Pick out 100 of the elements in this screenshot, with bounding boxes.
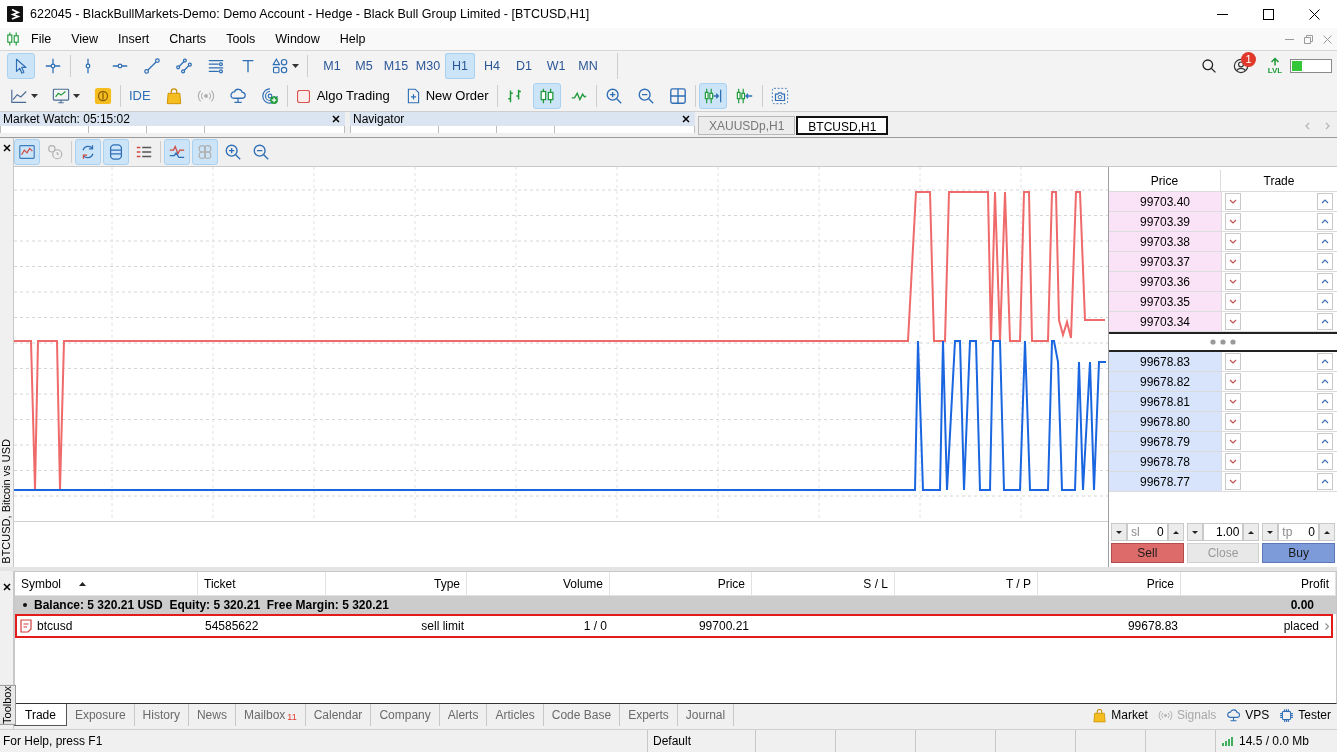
toolbox-tab[interactable]: Articles <box>487 704 544 726</box>
timeframe-button[interactable]: H1 <box>445 53 475 79</box>
sell-button[interactable]: Sell <box>1111 543 1184 563</box>
toolbox-tab[interactable]: Calendar <box>305 704 372 726</box>
buy-limit-button[interactable] <box>1317 393 1333 410</box>
sell-limit-button[interactable] <box>1225 213 1241 230</box>
buy-limit-button[interactable] <box>1317 413 1333 430</box>
price-cell: 99678.77 <box>1109 472 1221 491</box>
toolbox-tab[interactable]: Trade <box>14 704 67 726</box>
toolbox-label: Toolbox <box>0 685 16 725</box>
algo-trading-button[interactable]: Algo Trading <box>290 83 396 109</box>
toolbox-tab[interactable]: Company <box>371 704 440 726</box>
toolbox-close-button[interactable] <box>0 581 13 593</box>
column-header[interactable]: Profit <box>1301 574 1329 593</box>
sell-limit-button[interactable] <box>1225 353 1241 370</box>
menu-item[interactable]: View <box>61 29 109 49</box>
account-button[interactable]: 1 <box>1226 54 1256 78</box>
buy-limit-button[interactable] <box>1317 233 1333 250</box>
timeframe-button[interactable]: MN <box>573 53 603 79</box>
buy-limit-button[interactable] <box>1317 433 1333 450</box>
panel-close-button[interactable] <box>330 113 342 125</box>
timeframe-button[interactable]: M1 <box>317 53 347 79</box>
increase-button[interactable] <box>1319 523 1335 541</box>
buy-button[interactable]: Buy <box>1262 543 1335 563</box>
sell-limit-button[interactable] <box>1225 453 1241 470</box>
timeframe-button[interactable]: M5 <box>349 53 379 79</box>
ticks-button[interactable] <box>164 139 190 165</box>
timeframe-button[interactable]: H4 <box>477 53 507 79</box>
child-restore-button[interactable] <box>1303 32 1314 46</box>
stop-loss-field[interactable]: sl 0 <box>1127 523 1168 541</box>
buy-limit-button[interactable] <box>1317 253 1333 270</box>
depth-button[interactable] <box>103 139 129 165</box>
sell-limit-button[interactable] <box>1225 373 1241 390</box>
sell-limit-button[interactable] <box>1225 293 1241 310</box>
sell-limit-button[interactable] <box>1225 233 1241 250</box>
sell-limit-button[interactable] <box>1225 193 1241 210</box>
sync-button[interactable] <box>75 139 101 165</box>
camera-icon <box>770 87 789 105</box>
candlestick-button[interactable] <box>532 83 561 109</box>
sell-limit-button[interactable] <box>1225 433 1241 450</box>
timeframe-button[interactable]: M15 <box>381 53 411 79</box>
column-header[interactable]: Volume <box>562 574 603 593</box>
decrease-button[interactable] <box>1262 523 1279 541</box>
menu-item[interactable]: File <box>21 29 62 49</box>
sell-limit-button[interactable] <box>1225 313 1241 330</box>
timeframe-button[interactable]: M30 <box>413 53 443 79</box>
cursor-button[interactable] <box>7 53 35 79</box>
buy-limit-button[interactable] <box>1317 273 1333 290</box>
child-close-button[interactable] <box>1322 32 1333 46</box>
volume-field[interactable]: 1.00 <box>1202 523 1244 541</box>
new-order-button[interactable]: New Order <box>399 83 494 109</box>
buy-limit-button[interactable] <box>1317 353 1333 370</box>
column-header[interactable]: Type <box>434 574 460 593</box>
menu-item[interactable]: Window <box>265 29 330 49</box>
menu-item[interactable]: Help <box>329 29 376 49</box>
toolbox-tab[interactable]: Alerts <box>439 704 488 726</box>
menu-item[interactable]: Tools <box>216 29 266 49</box>
decrease-button[interactable] <box>1111 523 1127 541</box>
tester-link[interactable]: Tester <box>1279 706 1331 724</box>
take-profit-field[interactable]: tp 0 <box>1278 523 1319 541</box>
toolbox-tab[interactable]: Code Base <box>543 704 621 726</box>
autoscroll-button[interactable] <box>698 83 727 109</box>
column-header[interactable]: Symbol <box>21 574 61 593</box>
order-row[interactable]: btcusd 54585622 sell limit 1 / 0 99700.21 99678.83 placed <box>15 614 1333 638</box>
market-link[interactable]: Market <box>1092 706 1148 724</box>
column-header[interactable]: Ticket <box>204 574 236 593</box>
buy-limit-button[interactable] <box>1317 453 1333 470</box>
buy-limit-button[interactable] <box>1317 293 1333 310</box>
toolbox-tab[interactable]: Journal <box>677 704 735 726</box>
toolbox-tab[interactable]: Exposure <box>66 704 135 726</box>
toolbox-tab[interactable]: News <box>188 704 236 726</box>
sell-limit-button[interactable] <box>1225 473 1241 490</box>
toolbox-tab[interactable]: Experts <box>620 704 678 726</box>
sell-limit-button[interactable] <box>1225 393 1241 410</box>
menu-item[interactable]: Charts <box>159 29 217 49</box>
toolbox-tab[interactable]: History <box>134 704 189 726</box>
timeframe-button[interactable]: D1 <box>509 53 539 79</box>
column-header[interactable]: S / L <box>863 574 888 593</box>
sell-limit-button[interactable] <box>1225 413 1241 430</box>
buy-limit-button[interactable] <box>1317 213 1333 230</box>
chart-close-button[interactable] <box>0 142 13 154</box>
column-header[interactable]: Price <box>717 574 745 593</box>
sell-limit-button[interactable] <box>1225 273 1241 290</box>
menu-item[interactable]: Insert <box>108 29 160 49</box>
buy-limit-button[interactable] <box>1317 313 1333 330</box>
buy-limit-button[interactable] <box>1317 473 1333 490</box>
vps-link[interactable]: VPS <box>1226 706 1270 724</box>
decrease-button[interactable] <box>1186 523 1203 541</box>
column-header[interactable]: Price <box>1146 574 1174 593</box>
chart-tab[interactable]: BTCUSD,H1 <box>796 116 889 135</box>
column-header[interactable]: T / P <box>1005 574 1031 593</box>
sell-limit-button[interactable] <box>1225 253 1241 270</box>
toolbox-tab[interactable]: Mailbox 11 <box>235 704 306 726</box>
ide-button[interactable]: IDE <box>124 83 156 109</box>
chart-tab[interactable]: XAUUSDp,H1 <box>698 116 796 135</box>
increase-button[interactable] <box>1243 523 1260 541</box>
panel-close-button[interactable] <box>680 113 692 125</box>
buy-limit-button[interactable] <box>1317 193 1333 210</box>
timeframe-button[interactable]: W1 <box>541 53 571 79</box>
buy-limit-button[interactable] <box>1317 373 1333 390</box>
